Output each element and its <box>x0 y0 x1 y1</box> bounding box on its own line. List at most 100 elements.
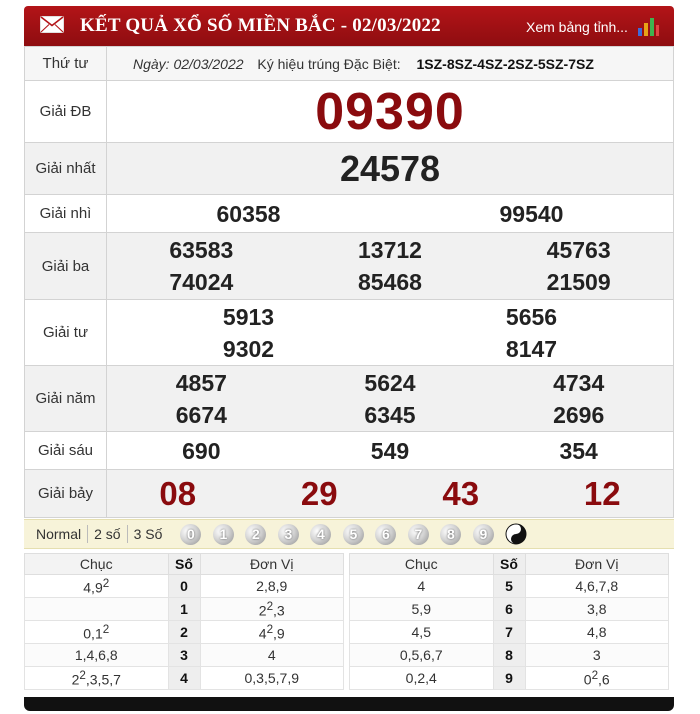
col-header-donvi: Đơn Vị <box>524 553 669 575</box>
digit-ball-8[interactable]: 8 <box>440 523 462 545</box>
prize-numbers: 08 29 43 12 <box>106 469 674 518</box>
donvi-cell: 4,6,7,8 <box>524 574 669 598</box>
prize-label: Giải ĐB <box>24 80 107 143</box>
donvi-cell: 42,9 <box>199 620 344 644</box>
donvi-cell: 4,8 <box>524 620 669 644</box>
digit-ball-9[interactable]: 9 <box>472 523 494 545</box>
prize-number: 6674 <box>175 401 227 428</box>
donvi-cell: 22,3 <box>199 597 344 621</box>
mode-3-digits[interactable]: 3 Số <box>128 525 169 543</box>
prize-label: Giải ba <box>24 232 107 300</box>
bar-chart-icon[interactable] <box>636 14 660 38</box>
chuc-cell: 0,2,4 <box>349 666 494 690</box>
table-row: 0,2,4 9 02,6 <box>349 666 669 690</box>
prize-number: 60358 <box>216 200 281 227</box>
draw-date: Ngày: 02/03/2022 <box>133 55 244 72</box>
mail-icon <box>40 16 64 33</box>
chuc-cell: 4,5 <box>349 620 494 644</box>
prize-db-row: Giải ĐB 09390 <box>24 80 674 143</box>
header-bar: KẾT QUẢ XỔ SỐ MIỀN BẮC - 02/03/2022 Xem … <box>24 6 674 46</box>
prize-number: 690 <box>182 437 221 464</box>
table-row: 22,3,5,7 4 0,3,5,7,9 <box>24 666 344 690</box>
so-cell: 5 <box>492 574 526 598</box>
prize-number: 354 <box>559 437 598 464</box>
mode-normal[interactable]: Normal <box>30 525 89 543</box>
so-cell: 9 <box>492 666 526 690</box>
prize-label: Giải sáu <box>24 431 107 470</box>
prize-number: 74024 <box>169 269 234 295</box>
chuc-cell: 4 <box>349 574 494 598</box>
prize-number: 5624 <box>364 369 416 396</box>
so-cell: 3 <box>167 643 201 667</box>
chuc-cell: 5,9 <box>349 597 494 621</box>
table-row: 4,92 0 2,8,9 <box>24 574 344 598</box>
donvi-cell: 2,8,9 <box>199 574 344 598</box>
bottom-bar <box>24 697 674 711</box>
prize-numbers: 690 549 354 <box>106 431 674 470</box>
first-prize-number: 24578 <box>339 147 441 189</box>
info-row: Thứ tư Ngày: 02/03/2022 Ký hiệu trúng Đặ… <box>24 46 674 81</box>
digit-ball-7[interactable]: 7 <box>407 523 429 545</box>
loto-table-left: Chục Số Đơn Vị 4,92 0 2,8,9 1 22,3 0,12 … <box>24 553 344 690</box>
so-cell: 0 <box>167 574 201 598</box>
results-table: Thứ tư Ngày: 02/03/2022 Ký hiệu trúng Đặ… <box>24 46 674 518</box>
prize-number: 5656 <box>505 303 558 330</box>
prize-number: 99540 <box>499 200 564 227</box>
loto-table-right: Chục Số Đơn Vị 4 5 4,6,7,8 5,9 6 3,8 4,5… <box>349 553 669 690</box>
special-sign-label: Ký hiệu trúng Đặc Biệt: <box>257 55 401 72</box>
yin-yang-icon[interactable] <box>505 523 527 545</box>
prize-label: Giải nhất <box>24 142 107 195</box>
table-row: 0,12 2 42,9 <box>24 620 344 644</box>
table-row: 1,4,6,8 3 4 <box>24 643 344 667</box>
loto-header-row: Chục Số Đơn Vị <box>349 553 669 575</box>
display-toolbar: Normal 2 số 3 Số 0 1 2 3 4 5 6 7 8 9 <box>24 519 674 549</box>
digit-ball-6[interactable]: 6 <box>375 523 397 545</box>
mode-2-digits[interactable]: 2 số <box>88 525 128 543</box>
donvi-cell: 4 <box>199 643 344 667</box>
prize-number: 29 <box>300 474 338 512</box>
donvi-cell: 3 <box>524 643 669 667</box>
prize-numbers: 60358 99540 <box>106 194 674 233</box>
chuc-cell <box>24 597 169 621</box>
digit-ball-3[interactable]: 3 <box>277 523 299 545</box>
page-title: KẾT QUẢ XỔ SỐ MIỀN BẮC - 02/03/2022 <box>80 15 441 36</box>
prize-number: 63583 <box>169 237 234 263</box>
digit-ball-0[interactable]: 0 <box>180 523 202 545</box>
special-sign-code: 1SZ-8SZ-4SZ-2SZ-5SZ-7SZ <box>416 55 594 72</box>
chuc-cell: 0,5,6,7 <box>349 643 494 667</box>
prize-number: 85468 <box>358 269 422 295</box>
prize-number: 21509 <box>546 269 611 295</box>
prize-number: 08 <box>159 474 197 512</box>
prize-6-row: Giải sáu 690 549 354 <box>24 431 674 470</box>
so-cell: 7 <box>492 620 526 644</box>
prize-5-row: Giải năm 4857 5624 4734 6674 6345 2696 <box>24 365 674 432</box>
chuc-cell: 0,12 <box>24 620 169 644</box>
prize-3-row: Giải ba 63583 13712 45763 74024 85468 21… <box>24 232 674 300</box>
digit-ball-4[interactable]: 4 <box>310 523 332 545</box>
special-prize-number: 09390 <box>315 82 465 141</box>
view-provinces-link[interactable]: Xem bảng tỉnh... <box>526 19 628 35</box>
prize-numbers: 09390 <box>106 80 674 143</box>
so-cell: 8 <box>492 643 526 667</box>
col-header-so: Số <box>492 553 526 575</box>
lottery-widget: KẾT QUẢ XỔ SỐ MIỀN BẮC - 02/03/2022 Xem … <box>24 0 674 714</box>
digit-ball-2[interactable]: 2 <box>245 523 267 545</box>
chuc-cell: 1,4,6,8 <box>24 643 169 667</box>
so-cell: 4 <box>167 666 201 690</box>
col-header-donvi: Đơn Vị <box>199 553 344 575</box>
digit-ball-5[interactable]: 5 <box>342 523 364 545</box>
digit-ball-1[interactable]: 1 <box>212 523 234 545</box>
info-cell: Ngày: 02/03/2022 Ký hiệu trúng Đặc Biệt:… <box>106 46 674 81</box>
prize-4-row: Giải tư 5913 5656 9302 8147 <box>24 299 674 366</box>
donvi-cell: 0,3,5,7,9 <box>199 666 344 690</box>
prize-label: Giải năm <box>24 365 107 432</box>
col-header-chuc: Chục <box>24 553 169 575</box>
prize-number: 2696 <box>553 401 605 428</box>
chuc-cell: 4,92 <box>24 574 169 598</box>
prize-number: 549 <box>370 437 410 464</box>
col-header-so: Số <box>167 553 201 575</box>
table-row: 0,5,6,7 8 3 <box>349 643 669 667</box>
weekday: Thứ tư <box>24 46 107 81</box>
loto-header-row: Chục Số Đơn Vị <box>24 553 344 575</box>
prize-label: Giải tư <box>24 299 107 366</box>
